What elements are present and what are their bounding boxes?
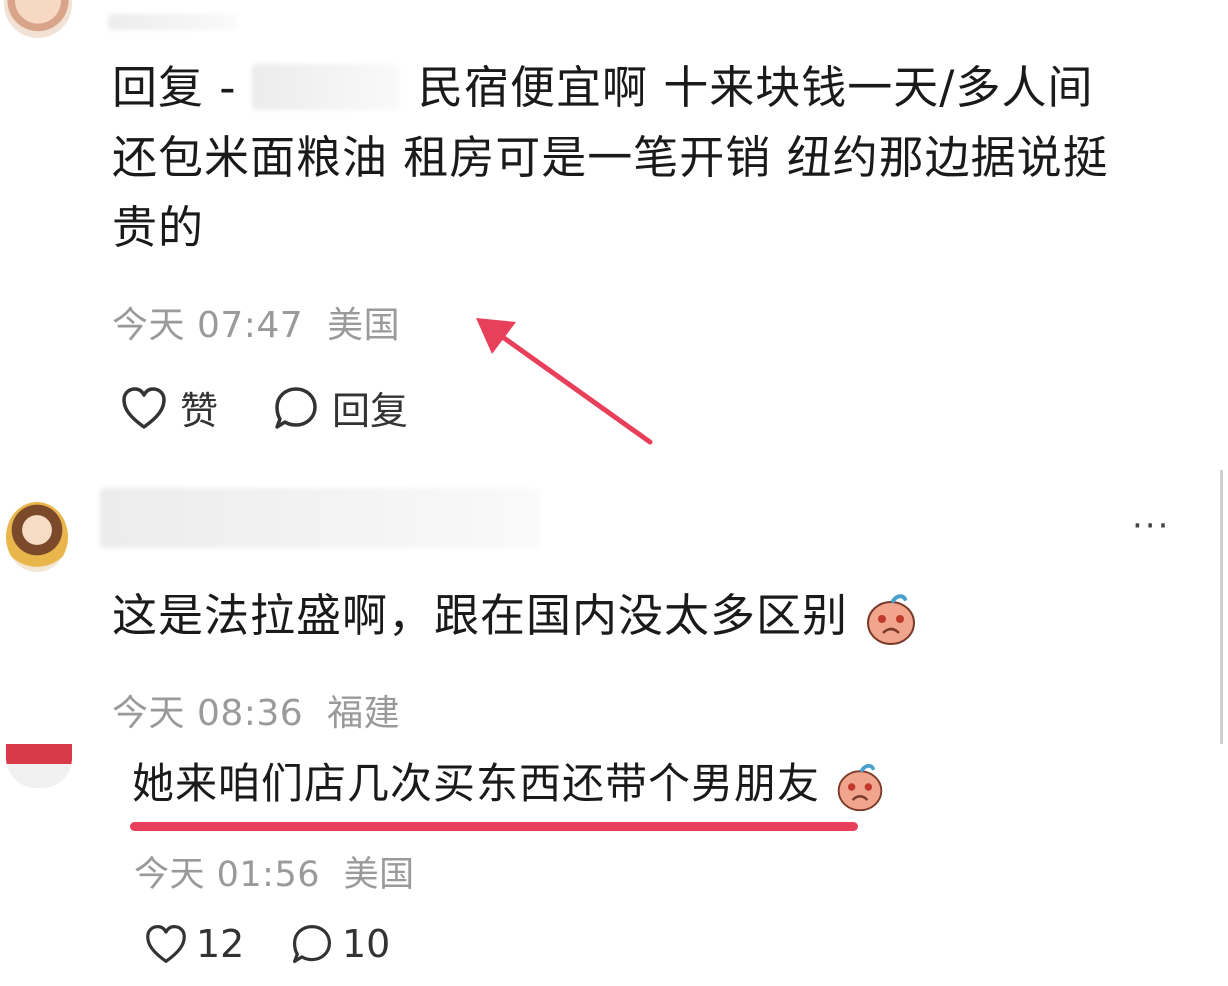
comment-meta: 今天 08:36 福建 [112, 684, 400, 736]
scrollbar[interactable] [1220, 470, 1223, 744]
reply-button[interactable]: 10 [290, 922, 390, 966]
comment-meta: 今天 01:56 美国 [134, 846, 415, 897]
comment-time: 今天 08:36 [112, 693, 304, 734]
avatar[interactable] [6, 744, 72, 788]
comment-time: 今天 01:56 [134, 855, 320, 895]
like-button[interactable]: 赞 [120, 380, 218, 435]
heart-icon [146, 925, 186, 963]
comment-time: 今天 07:47 [112, 305, 304, 346]
comment-text: 这是法拉盛啊，跟在国内没太多区别 [112, 582, 919, 650]
comment-text-content: 这是法拉盛啊，跟在国内没太多区别 [112, 589, 849, 642]
comment-text: 她来咱们店几次买东西还带个男朋友 [132, 750, 886, 818]
username-redacted [100, 488, 540, 548]
avatar[interactable] [6, 502, 68, 572]
heart-icon [122, 386, 166, 429]
username-redacted [108, 14, 236, 30]
comment-meta: 今天 07:47 美国 [112, 296, 400, 348]
reply-label: 回复 [332, 389, 409, 433]
reply-button[interactable]: 回复 [272, 380, 408, 435]
annotation-arrow [476, 318, 653, 445]
annotation-underline [130, 822, 858, 831]
comment-text-line: 民宿便宜啊 十来块钱一天/多人间 [418, 61, 1094, 114]
reply-target-redacted [252, 64, 400, 110]
reply-prefix: 回复 - [112, 61, 237, 114]
comment-location: 美国 [343, 855, 415, 895]
like-label: 赞 [180, 389, 219, 433]
avatar[interactable] [4, 0, 72, 38]
comment-location: 美国 [327, 305, 401, 346]
comment-text-content: 她来咱们店几次买东西还带个男朋友 [132, 759, 821, 808]
comment-text-line: 还包米面粮油 租房可是一笔开销 纽约那边据说挺 [112, 131, 1109, 184]
blushing-sticker-icon [838, 763, 883, 811]
comment-location: 福建 [327, 693, 401, 734]
comment-bubble-icon [292, 924, 332, 964]
comment-text-line: 贵的 [112, 201, 205, 254]
like-count: 12 [196, 922, 245, 966]
comment-bubble-icon [275, 386, 317, 429]
more-options-button[interactable]: ··· [1132, 506, 1170, 546]
blushing-sticker-icon [867, 594, 916, 645]
like-button[interactable]: 12 [144, 922, 244, 966]
reply-count: 10 [342, 922, 391, 966]
